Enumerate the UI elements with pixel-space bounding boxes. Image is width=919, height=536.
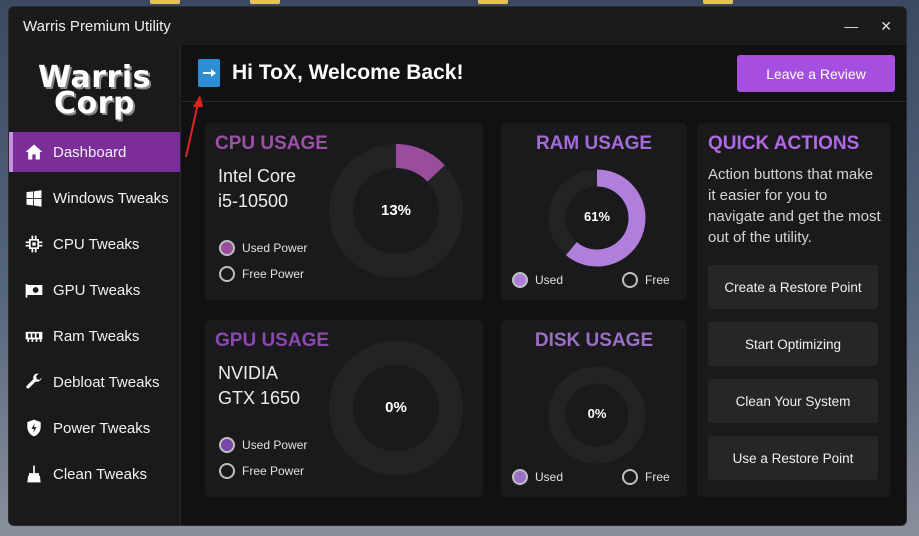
- ram-usage-card: RAM USAGE 61% Used Free: [501, 123, 687, 300]
- use-restore-point-button[interactable]: Use a Restore Point: [708, 436, 878, 480]
- windows-icon: [23, 187, 45, 209]
- sidebar-item-label: Ram Tweaks: [53, 327, 140, 345]
- sidebar-item-dashboard[interactable]: Dashboard: [9, 132, 180, 172]
- sign-in-icon: [198, 59, 220, 87]
- cpu-icon: [23, 233, 45, 255]
- title-bar[interactable]: Warris Premium Utility — ✕: [9, 7, 906, 45]
- cpu-legend-free: Free Power: [219, 266, 304, 282]
- close-button[interactable]: ✕: [880, 18, 892, 35]
- shield-icon: [23, 417, 45, 439]
- gpu-legend-free: Free Power: [219, 463, 304, 479]
- clean-your-system-button[interactable]: Clean Your System: [708, 379, 878, 423]
- legend-label: Used: [535, 470, 564, 484]
- sidebar-item-label: Power Tweaks: [53, 419, 151, 437]
- sidebar-item-power-tweaks[interactable]: Power Tweaks: [9, 408, 180, 448]
- desktop-icon: [478, 0, 508, 4]
- header: Hi ToX, Welcome Back! Leave a Review: [182, 45, 906, 102]
- free-dot: [622, 469, 638, 485]
- sidebar-item-label: Windows Tweaks: [53, 189, 169, 207]
- wrench-icon: [23, 371, 45, 393]
- disk-legend-free: Free: [622, 469, 670, 485]
- cpu-usage-card: CPU USAGE Intel Core i5-10500 Used Power…: [205, 123, 483, 300]
- legend-label: Used Power: [242, 438, 308, 452]
- quick-actions-title: QUICK ACTIONS: [708, 133, 860, 154]
- sidebar-item-label: Debloat Tweaks: [53, 373, 160, 391]
- quick-actions-description: Action buttons that make it easier for y…: [708, 166, 881, 246]
- cpu-model: Intel Core i5-10500: [218, 164, 296, 214]
- cpu-model-line-2: i5-10500: [218, 191, 289, 211]
- gpu-model-line-2: GTX 1650: [218, 388, 301, 408]
- cpu-model-line-1: Intel Core: [218, 166, 297, 186]
- app-window: Warris Premium Utility — ✕ Warris Corp D…: [8, 6, 907, 526]
- sidebar-item-label: CPU Tweaks: [53, 235, 140, 253]
- cpu-usage-title: CPU USAGE: [215, 133, 328, 154]
- legend-label: Free Power: [242, 267, 305, 281]
- legend-label: Used Power: [242, 241, 308, 255]
- gpu-usage-card: GPU USAGE NVIDIA GTX 1650 Used Power Fre…: [205, 320, 483, 497]
- gpu-legend-used: Used Power: [219, 437, 307, 453]
- sidebar-item-cpu-tweaks[interactable]: CPU Tweaks: [9, 224, 180, 264]
- used-dot: [512, 272, 528, 288]
- ram-legend-used: Used: [512, 272, 563, 288]
- gpu-model: NVIDIA GTX 1650: [218, 361, 300, 411]
- cpu-legend-used: Used Power: [219, 240, 307, 256]
- disk-usage-card: DISK USAGE 0% Used Free: [501, 320, 687, 497]
- create-restore-point-button[interactable]: Create a Restore Point: [708, 265, 878, 309]
- leave-review-button[interactable]: Leave a Review: [737, 55, 895, 92]
- sidebar-item-clean-tweaks[interactable]: Clean Tweaks: [9, 454, 180, 494]
- annotation-arrow: [185, 95, 203, 158]
- sidebar-item-windows-tweaks[interactable]: Windows Tweaks: [9, 178, 180, 218]
- sidebar-item-label: Clean Tweaks: [53, 465, 147, 483]
- legend-label: Free Power: [242, 464, 305, 478]
- disk-legend-used: Used: [512, 469, 563, 485]
- desktop-icon: [703, 0, 733, 4]
- free-dot: [219, 266, 235, 282]
- disk-usage-percent: 0%: [587, 406, 607, 421]
- desktop-icon: [250, 0, 280, 4]
- ram-usage-title: RAM USAGE: [535, 133, 653, 154]
- gpu-usage-percent: 0%: [385, 399, 407, 416]
- disk-usage-title: DISK USAGE: [534, 330, 654, 351]
- ram-legend-free: Free: [622, 272, 670, 288]
- desktop-icon: [150, 0, 180, 4]
- window-title: Warris Premium Utility: [23, 17, 171, 35]
- home-icon: [23, 141, 45, 163]
- welcome-text: Hi ToX, Welcome Back!: [232, 61, 464, 84]
- broom-icon: [23, 463, 45, 485]
- logo-line-2: Corp: [54, 86, 135, 121]
- gpu-model-line-1: NVIDIA: [218, 363, 279, 383]
- gpu-usage-title: GPU USAGE: [215, 330, 330, 351]
- cpu-usage-percent: 13%: [380, 202, 412, 219]
- legend-label: Used: [535, 273, 564, 287]
- sidebar-item-label: GPU Tweaks: [53, 281, 141, 299]
- free-dot: [219, 463, 235, 479]
- sidebar-nav: Dashboard Windows Tweaks CPU Tweaks GPU …: [9, 132, 180, 494]
- sidebar: Warris Corp Dashboard Windows Tweaks CPU…: [9, 45, 181, 525]
- sidebar-item-label: Dashboard: [53, 143, 127, 161]
- used-dot: [219, 437, 235, 453]
- minimize-button[interactable]: —: [844, 18, 858, 35]
- sidebar-item-debloat-tweaks[interactable]: Debloat Tweaks: [9, 362, 180, 402]
- used-dot: [219, 240, 235, 256]
- gpu-icon: [23, 279, 45, 301]
- sidebar-item-gpu-tweaks[interactable]: GPU Tweaks: [9, 270, 180, 310]
- logo: Warris Corp: [9, 45, 180, 131]
- sidebar-item-ram-tweaks[interactable]: Ram Tweaks: [9, 316, 180, 356]
- used-dot: [512, 469, 528, 485]
- quick-actions-card: QUICK ACTIONS Action buttons that make i…: [697, 123, 890, 497]
- ram-icon: [23, 325, 45, 347]
- free-dot: [622, 272, 638, 288]
- start-optimizing-button[interactable]: Start Optimizing: [708, 322, 878, 366]
- ram-usage-percent: 61%: [583, 209, 611, 224]
- legend-label: Free: [645, 470, 670, 484]
- legend-label: Free: [645, 273, 670, 287]
